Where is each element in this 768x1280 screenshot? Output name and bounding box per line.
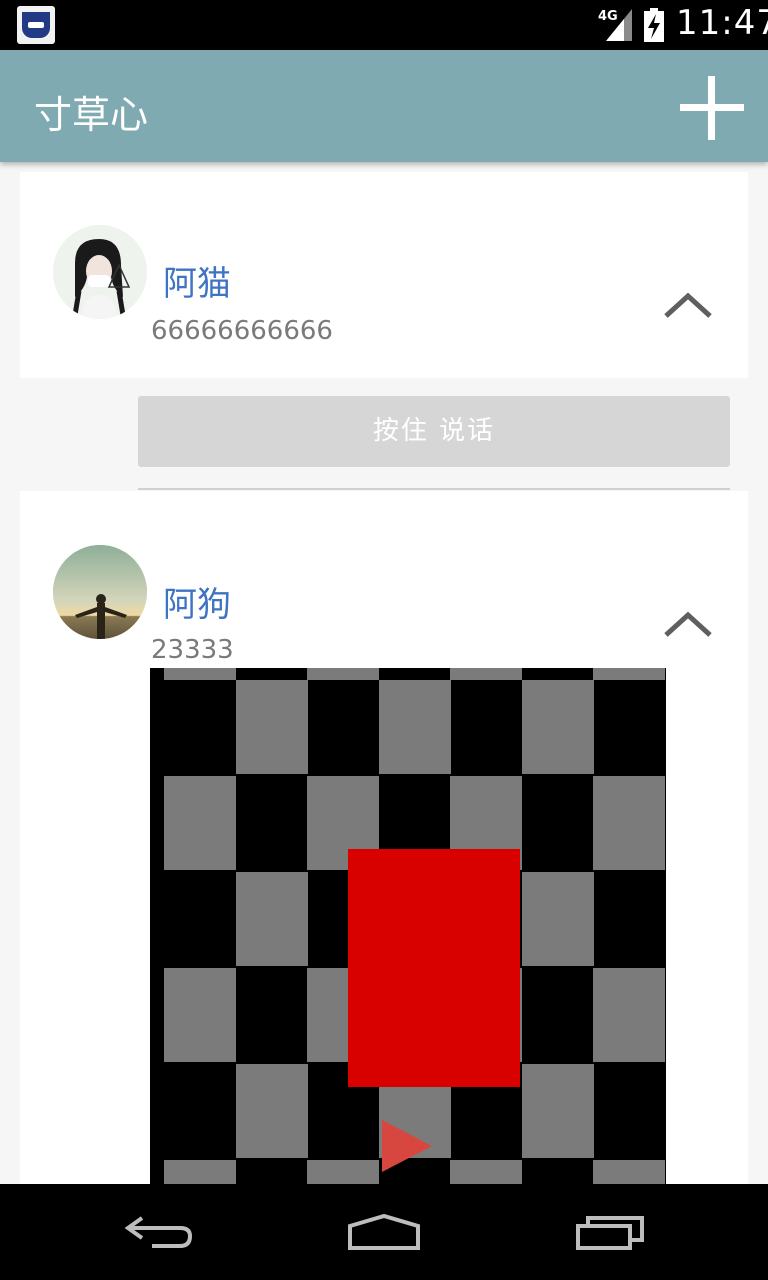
video-thumbnail[interactable] bbox=[150, 668, 666, 1191]
home-icon[interactable] bbox=[346, 1212, 422, 1252]
chevron-up-icon bbox=[664, 292, 712, 318]
hold-to-talk-button[interactable]: 按住 说话 bbox=[138, 396, 730, 467]
chevron-up-icon bbox=[664, 611, 712, 637]
status-bar: 4G 11:47 bbox=[0, 0, 768, 50]
avatar-girl-icon bbox=[53, 225, 147, 319]
post-author[interactable]: 阿猫 bbox=[163, 256, 231, 305]
battery-charging-icon bbox=[644, 8, 664, 42]
post-text: 66666666666 bbox=[151, 316, 333, 346]
signal-icon bbox=[606, 9, 632, 41]
post-card: 阿狗 23333 bbox=[20, 491, 748, 1191]
recents-icon[interactable] bbox=[574, 1212, 646, 1252]
play-icon[interactable] bbox=[382, 1120, 432, 1172]
collapse-button[interactable] bbox=[662, 607, 714, 643]
avatar-sunset-icon bbox=[53, 545, 147, 639]
clock: 11:47 bbox=[676, 3, 768, 43]
collapse-button[interactable] bbox=[662, 288, 714, 324]
post-text: 23333 bbox=[151, 635, 234, 665]
post-author[interactable]: 阿狗 bbox=[163, 577, 231, 626]
divider bbox=[138, 488, 730, 490]
app-title: 寸草心 bbox=[34, 93, 149, 137]
navigation-bar bbox=[0, 1184, 768, 1280]
add-post-button[interactable] bbox=[674, 70, 750, 146]
school-badge-icon bbox=[17, 6, 55, 44]
app-bar: 寸草心 bbox=[0, 50, 768, 162]
back-icon[interactable] bbox=[124, 1212, 196, 1252]
avatar[interactable] bbox=[53, 225, 147, 319]
video-frame-red-block bbox=[348, 849, 520, 1087]
avatar[interactable] bbox=[53, 545, 147, 639]
post-card: 阿猫 66666666666 bbox=[20, 172, 748, 378]
